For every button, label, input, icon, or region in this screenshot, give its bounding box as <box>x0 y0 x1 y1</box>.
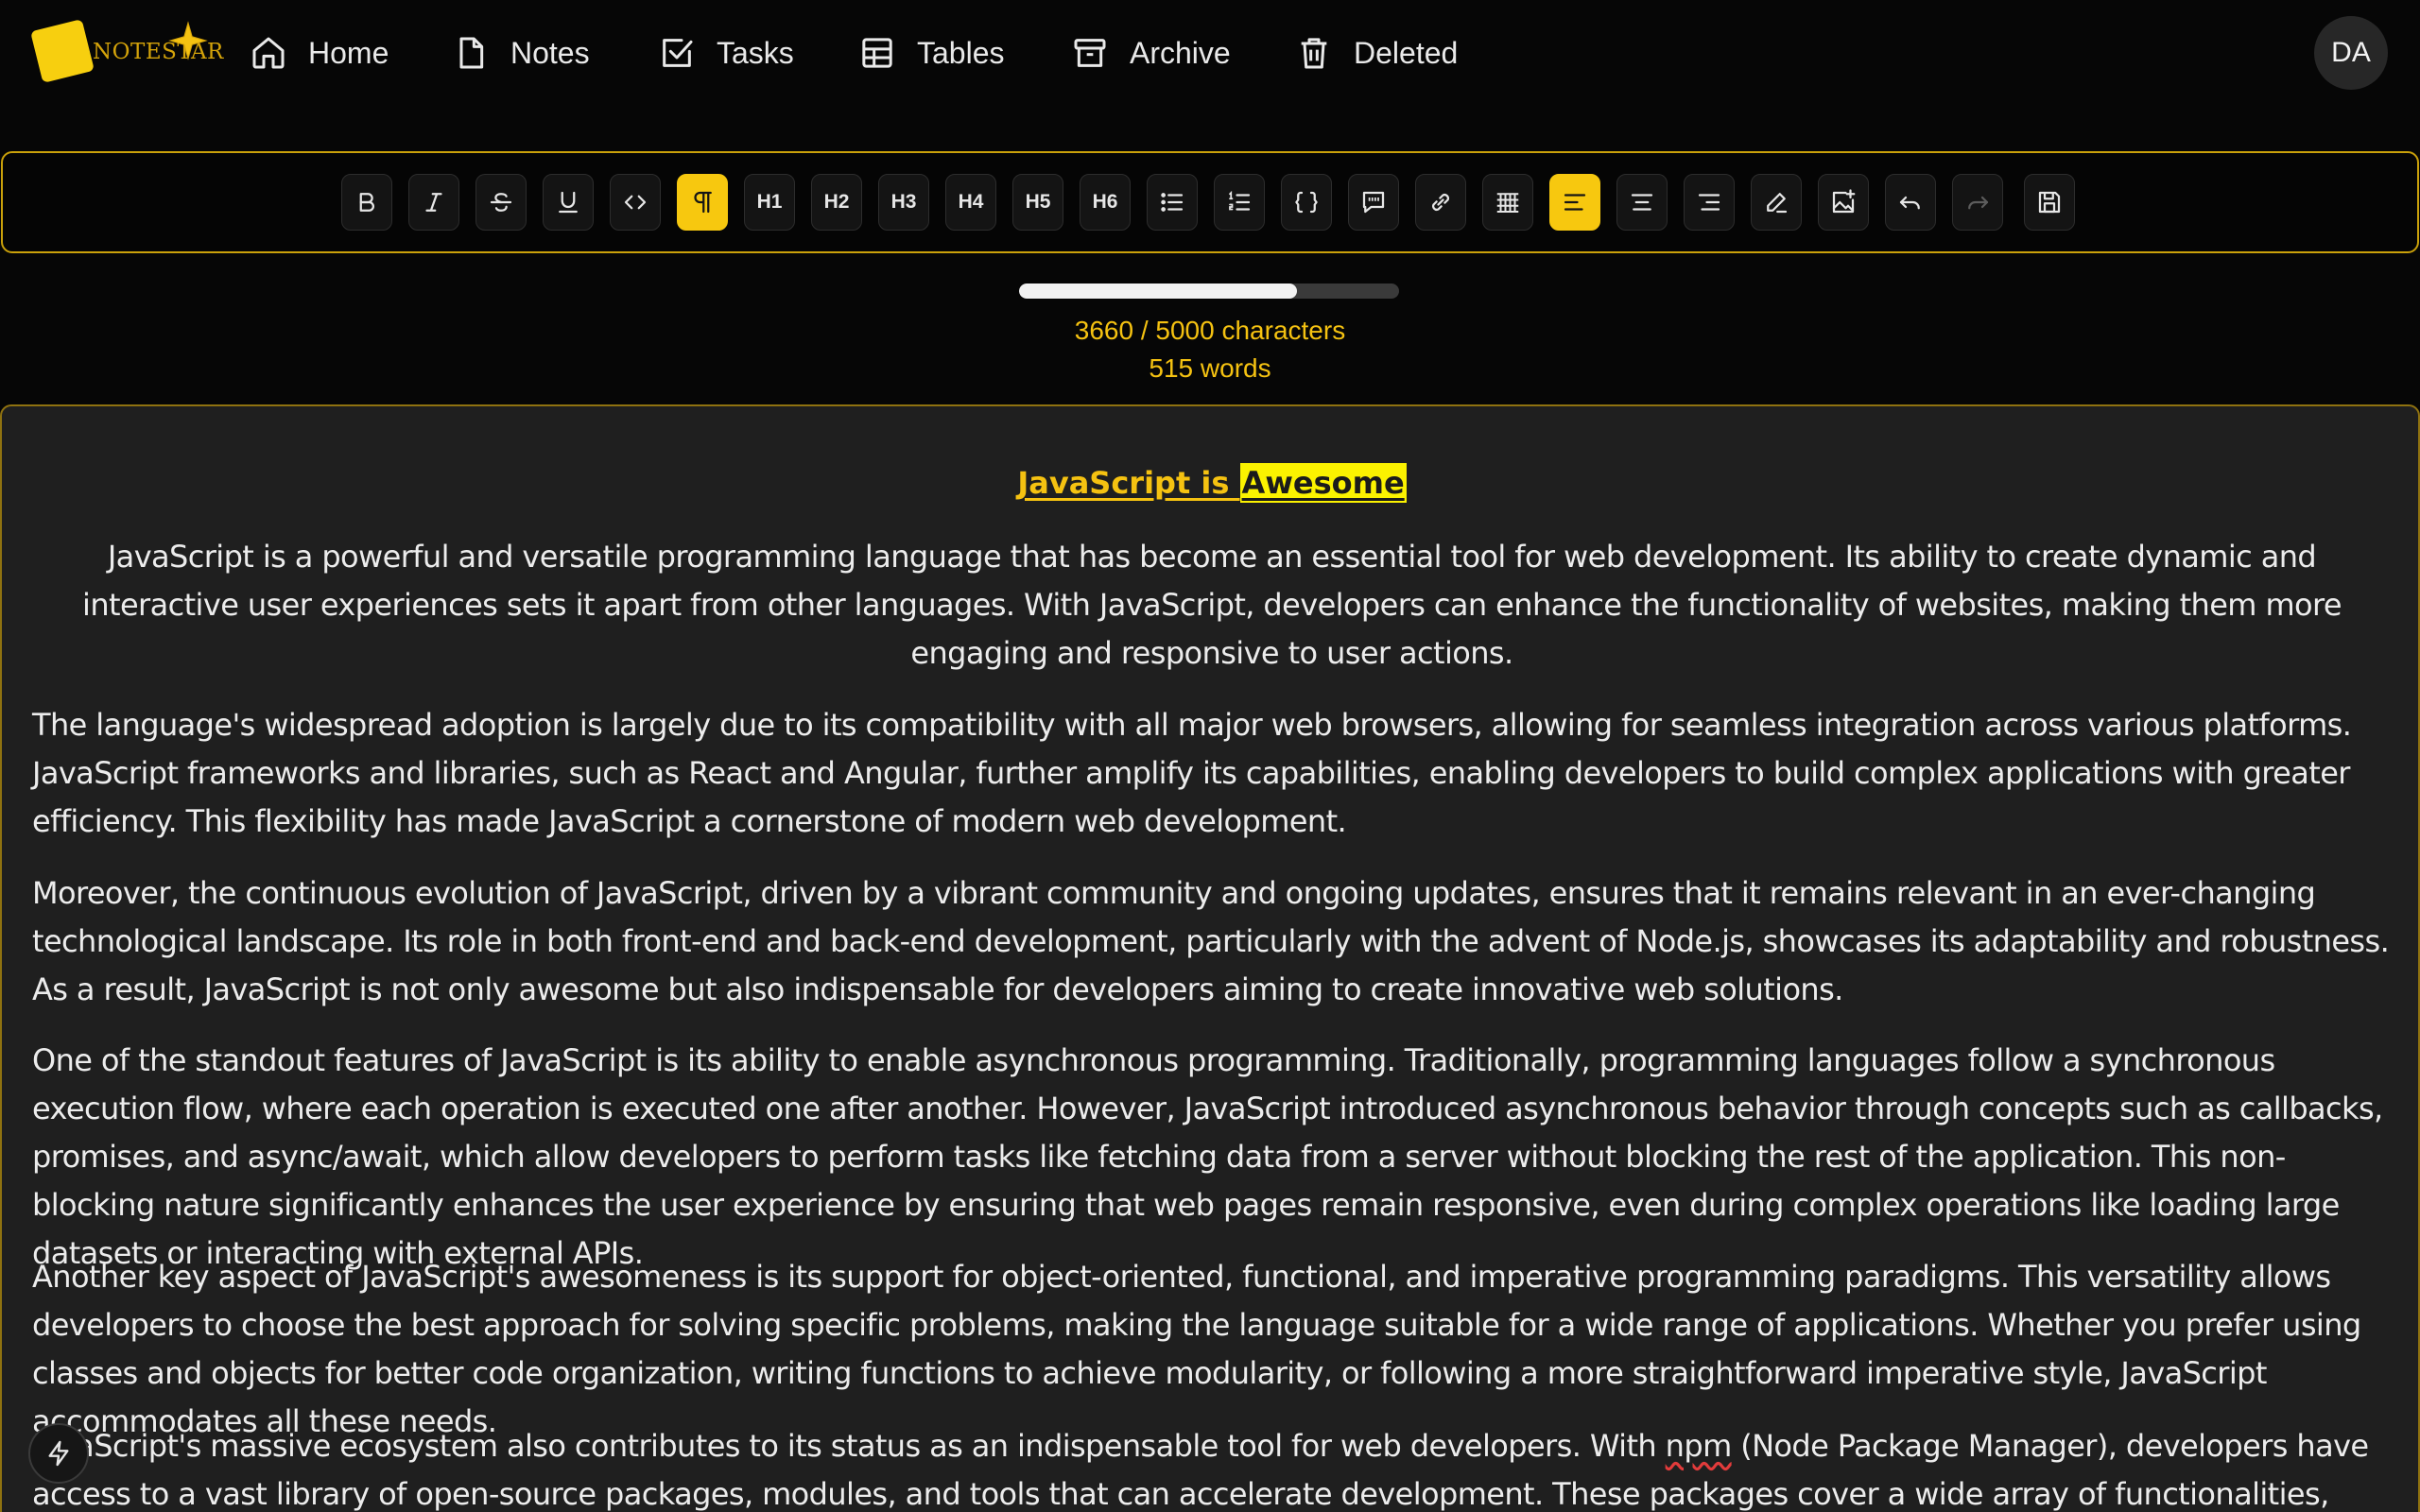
save-button[interactable] <box>2024 174 2075 231</box>
nav-tables[interactable]: Tables <box>858 26 1005 79</box>
align-center-icon <box>1631 194 1653 211</box>
nav-archive-label: Archive <box>1130 35 1231 70</box>
nav-notes[interactable]: Notes <box>452 26 590 79</box>
link-icon <box>1432 194 1449 211</box>
heading-6-button[interactable]: H6 <box>1080 174 1131 231</box>
save-icon <box>2038 191 2061 214</box>
italic-icon <box>425 193 442 212</box>
highlighter-icon <box>1767 193 1788 214</box>
heading-2-label: H2 <box>823 191 850 213</box>
table-icon <box>862 38 892 68</box>
paragraph-1: The language's widespread adoption is la… <box>32 707 2352 839</box>
highlight-button[interactable] <box>1751 174 1802 231</box>
bold-icon <box>359 193 374 212</box>
undo-button[interactable] <box>1885 174 1936 231</box>
home-icon <box>252 37 285 69</box>
heading-6-label: H6 <box>1092 191 1118 213</box>
archive-icon <box>1074 39 1106 67</box>
checkbox-icon <box>663 39 693 67</box>
nav-tasks-label: Tasks <box>717 35 794 70</box>
paragraph-2: Moreover, the continuous evolution of Ja… <box>32 875 2390 1007</box>
paragraph-button[interactable] <box>677 174 728 231</box>
title-highlighted-word: Awesome <box>1239 463 1407 503</box>
misspelled-word: npm <box>1665 1428 1733 1464</box>
nav-tasks[interactable]: Tasks <box>658 26 794 79</box>
nav-notes-label: Notes <box>510 35 590 70</box>
star-icon <box>168 21 208 60</box>
align-center-button[interactable] <box>1616 174 1668 231</box>
align-left-button[interactable] <box>1549 174 1600 231</box>
character-progress-fill <box>1019 284 1298 299</box>
editor-content[interactable]: JavaScript is Awesome JavaScript is a po… <box>0 404 2420 1512</box>
heading-5-button[interactable]: H5 <box>1012 174 1063 231</box>
align-right-button[interactable] <box>1684 174 1735 231</box>
nav-home-label: Home <box>308 35 389 70</box>
table-grid-icon <box>1496 193 1519 213</box>
italic-button[interactable] <box>408 174 459 231</box>
code-block-button[interactable] <box>1281 174 1332 231</box>
braces-icon <box>1295 191 1318 214</box>
lightning-icon <box>48 1440 69 1467</box>
link-button[interactable] <box>1415 174 1466 231</box>
strikethrough-button[interactable] <box>475 174 527 231</box>
paragraph-5-start: JavaScript's massive ecosystem also cont… <box>32 1428 1666 1464</box>
nav-home[interactable]: Home <box>250 26 389 79</box>
table-button[interactable] <box>1482 174 1533 231</box>
quote-bubble-icon <box>1362 191 1385 214</box>
redo-icon <box>1968 196 1989 210</box>
bold-button[interactable] <box>341 174 392 231</box>
nav-tables-label: Tables <box>917 35 1005 70</box>
redo-button[interactable] <box>1952 174 2003 231</box>
heading-3-button[interactable]: H3 <box>878 174 929 231</box>
heading-2-button[interactable]: H2 <box>811 174 862 231</box>
bullet-list-icon <box>1161 193 1184 212</box>
heading-4-button[interactable]: H4 <box>945 174 996 231</box>
align-right-icon <box>1698 194 1720 211</box>
underline-icon <box>559 191 578 214</box>
user-avatar[interactable]: DA <box>2314 16 2388 90</box>
editor-toolbar: H1 H2 H3 H4 H5 H6 <box>1 151 2419 253</box>
paragraph-5: JavaScript's massive ecosystem also cont… <box>32 1422 2392 1512</box>
character-progress-bar <box>1019 284 1399 299</box>
paragraph-4: Another key aspect of JavaScript's aweso… <box>32 1259 2361 1439</box>
word-count: 515 words <box>1149 353 1271 383</box>
insert-image-button[interactable] <box>1818 174 1869 231</box>
nav-deleted-label: Deleted <box>1354 35 1459 70</box>
heading-5-label: H5 <box>1025 191 1051 213</box>
document-title: JavaScript is Awesome <box>2 463 2420 503</box>
underline-button[interactable] <box>543 174 594 231</box>
ai-assist-button[interactable] <box>28 1423 89 1484</box>
character-count: 3660 / 5000 characters <box>1074 316 1346 345</box>
top-nav: NOTESTAR Home Notes Tasks Tables Archive <box>0 0 2420 106</box>
logo-square <box>30 19 95 83</box>
code-button[interactable] <box>610 174 661 231</box>
heading-1-button[interactable]: H1 <box>744 174 795 231</box>
app-logo[interactable]: NOTESTAR <box>30 19 223 87</box>
heading-3-label: H3 <box>890 191 917 213</box>
ordered-list-button[interactable] <box>1214 174 1265 231</box>
strikethrough-icon <box>490 193 512 212</box>
paragraph-icon <box>694 191 712 214</box>
code-icon <box>624 195 647 210</box>
trash-icon <box>1301 38 1327 69</box>
undo-icon <box>1899 196 1920 210</box>
note-icon <box>459 37 484 69</box>
heading-1-label: H1 <box>756 191 783 213</box>
blockquote-button[interactable] <box>1348 174 1399 231</box>
paragraph-3: One of the standout features of JavaScri… <box>32 1042 2383 1271</box>
paragraph-intro: JavaScript is a powerful and versatile p… <box>82 539 2342 671</box>
heading-4-label: H4 <box>958 191 984 213</box>
nav-archive[interactable]: Archive <box>1071 26 1231 79</box>
ordered-list-icon <box>1229 190 1251 211</box>
title-text: JavaScript is <box>1017 465 1240 501</box>
image-plus-icon <box>1832 189 1856 214</box>
nav-deleted[interactable]: Deleted <box>1295 26 1458 79</box>
bullet-list-button[interactable] <box>1147 174 1198 231</box>
align-left-icon <box>1564 194 1586 211</box>
